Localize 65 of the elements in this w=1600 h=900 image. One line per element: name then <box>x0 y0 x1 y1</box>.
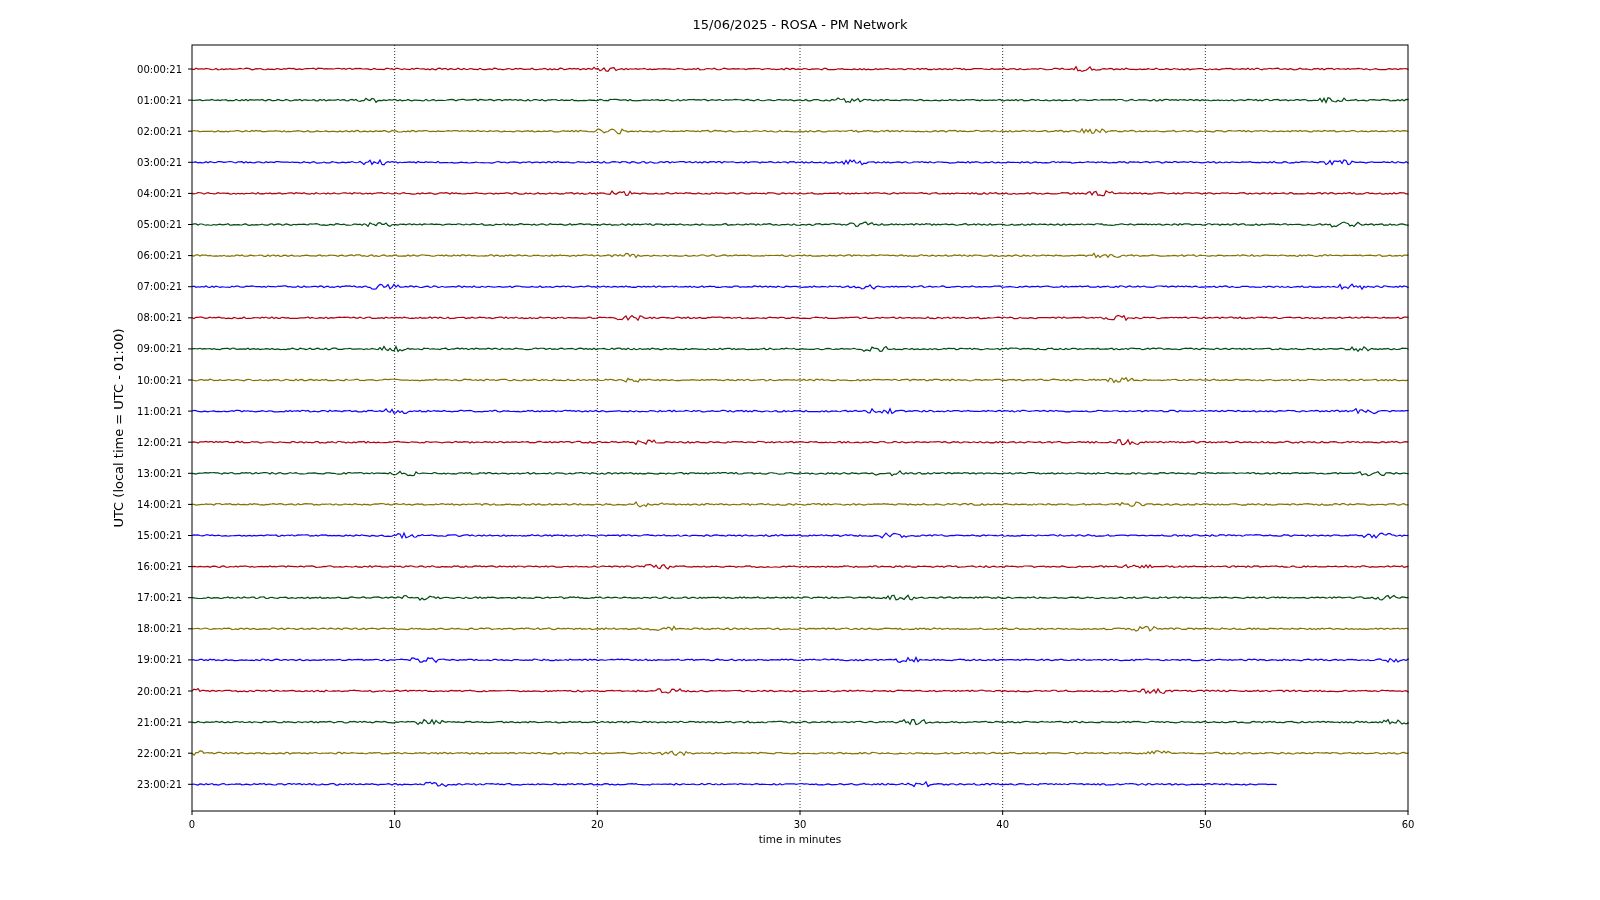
y-tick-label: 17:00:21 <box>137 592 182 604</box>
x-tick-label: 30 <box>793 819 807 830</box>
y-tick-label: 12:00:21 <box>137 436 182 448</box>
x-tick-label: 10 <box>388 819 402 830</box>
tick-mark <box>187 472 193 474</box>
tick-mark <box>187 286 193 288</box>
y-tick-label: 10:00:21 <box>137 374 182 386</box>
tick-mark <box>187 224 193 225</box>
y-tick-label: 00:00:21 <box>137 63 182 75</box>
y-tick-label: 20:00:21 <box>137 685 182 697</box>
y-tick-label: 14:00:21 <box>137 498 182 510</box>
y-tick-label: 09:00:21 <box>137 343 182 355</box>
x-tick-label: 0 <box>188 819 196 830</box>
y-tick-label: 08:00:21 <box>137 312 182 324</box>
x-tick-label: 50 <box>1198 819 1212 830</box>
tick-mark <box>191 810 193 816</box>
x-axis-label: time in minutes <box>758 833 842 845</box>
tick-mark <box>187 317 193 319</box>
y-tick-label: 11:00:21 <box>137 405 182 417</box>
y-tick-label: 21:00:21 <box>137 716 182 728</box>
y-tick-label: 01:00:21 <box>137 94 182 106</box>
tick-mark <box>187 255 193 257</box>
y-axis-label: UTC (local time = UTC - 01:00) <box>111 328 126 528</box>
tick-mark <box>187 192 193 194</box>
tick-mark <box>799 810 801 816</box>
y-tick-label: 02:00:21 <box>137 125 182 137</box>
x-tick-label: 60 <box>1401 819 1415 830</box>
y-tick-label: 07:00:21 <box>137 281 182 293</box>
y-tick-label: 13:00:21 <box>137 467 182 479</box>
tick-mark <box>187 690 193 692</box>
tick-mark <box>187 130 193 132</box>
y-tick-label: 19:00:21 <box>137 654 182 666</box>
tick-mark <box>187 410 193 412</box>
tick-mark <box>187 566 193 568</box>
tick-mark <box>1407 810 1409 816</box>
x-tick-label: 20 <box>590 819 604 830</box>
tick-mark <box>1204 810 1206 816</box>
y-tick-label: 23:00:21 <box>137 778 182 790</box>
tick-mark <box>187 161 193 163</box>
chart-title: 15/06/2025 - ROSA - PM Network <box>692 17 908 32</box>
tick-mark <box>187 752 193 754</box>
tick-mark <box>187 99 193 101</box>
tick-mark <box>187 379 193 381</box>
tick-mark <box>187 535 193 536</box>
tick-mark <box>187 503 193 505</box>
y-tick-label: 15:00:21 <box>137 530 182 541</box>
tick-mark <box>394 810 396 816</box>
y-tick-label: 06:00:21 <box>137 250 182 262</box>
y-tick-label: 03:00:21 <box>137 156 182 168</box>
y-tick-label: 05:00:21 <box>137 219 182 230</box>
tick-mark <box>187 441 193 443</box>
tick-mark <box>596 810 598 816</box>
tick-mark <box>187 721 193 723</box>
tick-mark <box>187 659 193 661</box>
tick-mark <box>187 597 193 599</box>
x-tick-label: 40 <box>996 819 1010 830</box>
y-tick-label: 18:00:21 <box>137 623 182 635</box>
tick-mark <box>187 348 193 350</box>
tick-mark <box>187 628 193 630</box>
y-tick-label: 22:00:21 <box>137 747 182 759</box>
y-tick-label: 16:00:21 <box>137 561 182 573</box>
y-tick-label: 04:00:21 <box>137 187 182 199</box>
tick-mark <box>187 68 193 70</box>
tick-mark <box>187 783 193 785</box>
tick-mark <box>1002 810 1004 816</box>
